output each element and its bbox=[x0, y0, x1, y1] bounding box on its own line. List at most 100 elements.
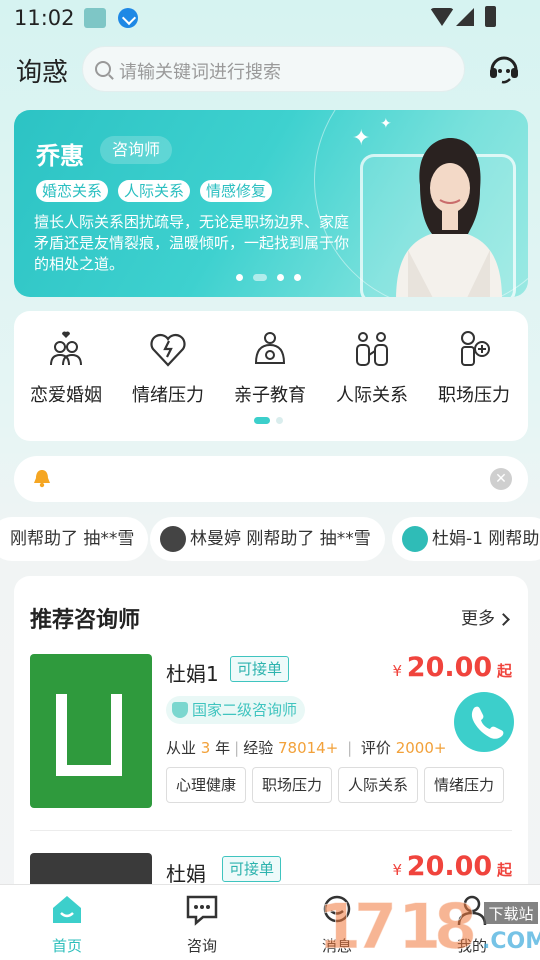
price-value: 20.00 bbox=[406, 652, 493, 683]
counselor-name[interactable]: 杜娟 bbox=[166, 858, 206, 887]
rating-value: 2000+ bbox=[395, 739, 447, 757]
avatar bbox=[160, 526, 186, 552]
chat-bubble-icon bbox=[186, 895, 218, 926]
call-button[interactable] bbox=[454, 692, 514, 752]
ticker-item: 林曼婷 刚帮助了 抽**雪 bbox=[150, 517, 385, 561]
category-work-stress[interactable]: 职场压力 bbox=[424, 329, 524, 407]
divider bbox=[30, 830, 512, 831]
tab-consult[interactable]: 咨询 bbox=[162, 893, 242, 956]
close-notice-button[interactable]: ✕ bbox=[490, 468, 512, 490]
indicator-dot bbox=[276, 417, 283, 424]
site-watermark-logo: 1 7 1 8 下载站 .COM bbox=[318, 890, 540, 960]
category-grid: 恋爱婚姻 情绪压力 亲子教育 人际关系 职场压力 bbox=[14, 311, 528, 441]
counselor-portrait bbox=[396, 138, 502, 297]
experience-label: 经验 bbox=[243, 739, 274, 757]
chevron-right-icon bbox=[497, 613, 510, 626]
counselor-banner[interactable]: ✦ ✦ 乔惠 咨询师 婚恋关系 人际关系 情感修复 擅长人际关系困扰疏导，无论是… bbox=[14, 110, 528, 297]
worker-plus-icon bbox=[461, 331, 490, 366]
more-label: 更多 bbox=[461, 609, 495, 629]
section-title: 推荐咨询师 bbox=[30, 608, 141, 633]
counselor-avatar[interactable] bbox=[30, 654, 152, 808]
pagination-dot[interactable] bbox=[236, 274, 243, 281]
app-notification-icon bbox=[84, 8, 106, 28]
people-icon bbox=[356, 332, 388, 366]
category-page-indicator bbox=[254, 417, 283, 424]
broken-heart-icon bbox=[150, 333, 186, 367]
svg-text:.COM: .COM bbox=[482, 929, 540, 954]
app-title: 询惑 bbox=[16, 58, 69, 88]
pagination-dot-active[interactable] bbox=[253, 274, 267, 281]
price: ¥ 20.00 起 bbox=[392, 652, 512, 683]
search-input[interactable]: 请输关键词进行搜索 bbox=[82, 46, 465, 92]
rating-label: 评价 bbox=[360, 739, 391, 757]
notice-bar[interactable]: ✕ bbox=[14, 456, 528, 502]
svg-text:7: 7 bbox=[354, 890, 397, 960]
status-badge: 可接单 bbox=[222, 856, 282, 882]
phone-icon bbox=[471, 706, 504, 739]
counselor-name[interactable]: 杜娟1 bbox=[166, 658, 219, 687]
activity-ticker: 刚帮助了 抽**雪 林曼婷 刚帮助了 抽**雪 杜娟-1 刚帮助 bbox=[0, 517, 540, 561]
status-badge: 可接单 bbox=[230, 656, 290, 682]
category-parenting[interactable]: 亲子教育 bbox=[220, 329, 320, 407]
signal-icon bbox=[456, 8, 474, 26]
banner-tags: 婚恋关系 人际关系 情感修复 bbox=[36, 180, 273, 202]
tab-label: 咨询 bbox=[186, 937, 217, 955]
status-time: 11:02 bbox=[14, 6, 75, 30]
more-link[interactable]: 更多 bbox=[461, 604, 510, 629]
pagination-dot[interactable] bbox=[294, 274, 301, 281]
avatar bbox=[402, 526, 428, 552]
ticker-item: 杜娟-1 刚帮助 bbox=[392, 517, 540, 561]
parent-child-icon bbox=[254, 332, 286, 364]
price-value: 20.00 bbox=[406, 851, 493, 882]
ticker-text: 刚帮助了 抽**雪 bbox=[10, 529, 135, 549]
tab-label: 首页 bbox=[51, 937, 82, 955]
recommended-counselors: 推荐咨询师 更多 杜娟1 可接单 ¥ 20.00 起 国家二级咨询师 从业 3 … bbox=[14, 576, 528, 916]
ticker-item: 刚帮助了 抽**雪 bbox=[0, 517, 149, 561]
category-label: 职场压力 bbox=[438, 385, 510, 406]
couple-heart-icon bbox=[50, 331, 82, 366]
banner-counselor-name: 乔惠 bbox=[36, 142, 84, 170]
specialty-tags: 心理健康 职场压力 人际关系 情绪压力 bbox=[166, 767, 505, 803]
banner-role-badge: 咨询师 bbox=[100, 136, 173, 164]
indicator-active bbox=[254, 417, 270, 424]
price-symbol: ¥ bbox=[392, 662, 403, 680]
banner-pagination[interactable] bbox=[236, 274, 301, 281]
search-placeholder: 请输关键词进行搜索 bbox=[119, 62, 281, 83]
category-label: 亲子教育 bbox=[234, 385, 306, 406]
category-label: 情绪压力 bbox=[132, 385, 204, 406]
customer-service-icon[interactable] bbox=[488, 54, 520, 84]
specialty-tag[interactable]: 职场压力 bbox=[252, 767, 333, 803]
ticker-text: 杜娟-1 刚帮助 bbox=[432, 529, 540, 549]
battery-icon bbox=[485, 6, 496, 27]
header: 询惑 请输关键词进行搜索 bbox=[0, 44, 540, 94]
svg-text:8: 8 bbox=[434, 890, 477, 960]
svg-text:下载站: 下载站 bbox=[488, 905, 533, 923]
price-symbol: ¥ bbox=[392, 861, 403, 879]
search-icon bbox=[95, 61, 111, 77]
tab-home[interactable]: 首页 bbox=[27, 893, 107, 956]
category-label: 人际关系 bbox=[336, 385, 408, 406]
banner-tag: 人际关系 bbox=[118, 180, 191, 202]
status-bar: 11:02 bbox=[0, 0, 540, 36]
specialty-tag[interactable]: 人际关系 bbox=[338, 767, 419, 803]
ticker-text: 林曼婷 刚帮助了 抽**雪 bbox=[190, 529, 371, 549]
sparkle-icon: ✦ bbox=[352, 126, 371, 151]
banner-tag: 婚恋关系 bbox=[36, 180, 109, 202]
category-emotional-stress[interactable]: 情绪压力 bbox=[118, 329, 218, 407]
category-love-marriage[interactable]: 恋爱婚姻 bbox=[16, 329, 116, 407]
years-label: 从业 bbox=[166, 739, 197, 757]
avatar-letter-u bbox=[56, 694, 122, 776]
price: ¥ 20.00 起 bbox=[392, 851, 512, 882]
cert-label: 国家二级咨询师 bbox=[192, 701, 298, 719]
shield-check-icon bbox=[172, 702, 188, 718]
specialty-tag[interactable]: 情绪压力 bbox=[424, 767, 505, 803]
category-label: 恋爱婚姻 bbox=[30, 385, 102, 406]
specialty-tag[interactable]: 心理健康 bbox=[166, 767, 247, 803]
price-unit: 起 bbox=[496, 662, 512, 680]
category-relationships[interactable]: 人际关系 bbox=[322, 329, 422, 407]
years-value: 3 bbox=[200, 739, 211, 757]
pagination-dot[interactable] bbox=[277, 274, 284, 281]
banner-description: 擅长人际关系困扰疏导，无论是职场边界、家庭矛盾还是友情裂痕，温暖倾听，一起找到属… bbox=[34, 213, 350, 273]
bell-icon bbox=[34, 470, 50, 488]
experience-value: 78014+ bbox=[278, 739, 339, 757]
